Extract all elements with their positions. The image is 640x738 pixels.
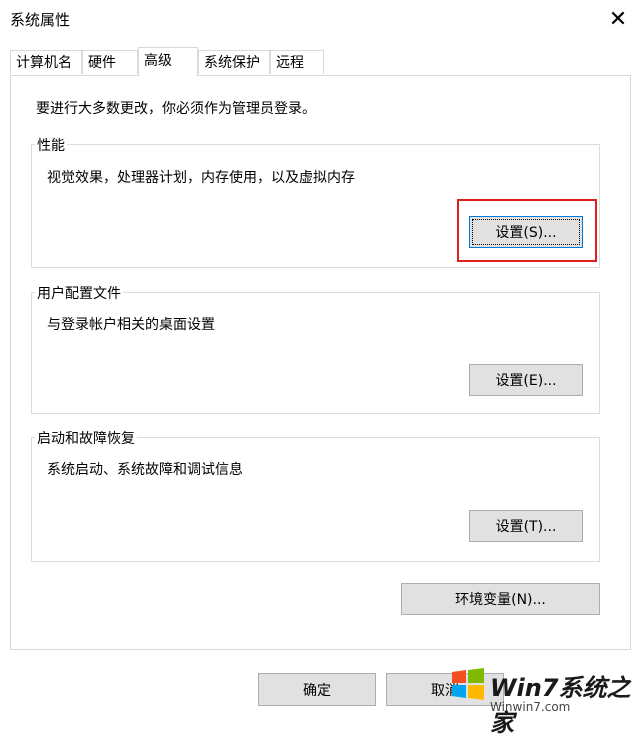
startup-recovery-desc: 系统启动、系统故障和调试信息 — [47, 462, 243, 478]
tab-computer-name[interactable]: 计算机名 — [10, 50, 82, 74]
user-profiles-desc: 与登录帐户相关的桌面设置 — [47, 317, 215, 333]
user-profiles-title: 用户配置文件 — [35, 283, 123, 303]
environment-variables-label: 环境变量(N)... — [455, 592, 546, 608]
performance-title: 性能 — [35, 135, 67, 155]
admin-notice: 要进行大多数更改，你必须作为管理员登录。 — [36, 101, 316, 117]
ok-button[interactable]: 确定 — [258, 673, 376, 706]
ok-label: 确定 — [303, 682, 331, 699]
environment-variables-button[interactable]: 环境变量(N)... — [401, 583, 600, 615]
startup-recovery-settings-label: 设置(T)... — [495, 519, 557, 535]
performance-settings-button[interactable]: 设置(S)... — [469, 216, 583, 248]
startup-recovery-group — [31, 437, 600, 562]
user-profiles-settings-label: 设置(E)... — [495, 373, 557, 389]
startup-recovery-title: 启动和故障恢复 — [35, 428, 137, 448]
performance-desc: 视觉效果，处理器计划，内存使用，以及虚拟内存 — [47, 170, 355, 186]
startup-recovery-settings-button[interactable]: 设置(T)... — [469, 510, 583, 542]
close-icon: ✕ — [608, 6, 628, 32]
user-profiles-settings-button[interactable]: 设置(E)... — [469, 364, 583, 396]
close-button[interactable]: ✕ — [596, 0, 640, 38]
cancel-button[interactable]: 取消 — [386, 673, 504, 706]
performance-settings-label: 设置(S)... — [495, 225, 557, 241]
window-title: 系统属性 — [10, 11, 71, 29]
tab-hardware[interactable]: 硬件 — [82, 50, 138, 74]
tab-advanced[interactable]: 高级 — [138, 47, 198, 76]
cancel-label: 取消 — [431, 682, 459, 699]
tab-system-protection[interactable]: 系统保护 — [198, 50, 270, 74]
watermark-text: Win7系统之家 — [490, 674, 631, 737]
tab-remote[interactable]: 远程 — [270, 50, 324, 74]
performance-group — [31, 144, 600, 268]
